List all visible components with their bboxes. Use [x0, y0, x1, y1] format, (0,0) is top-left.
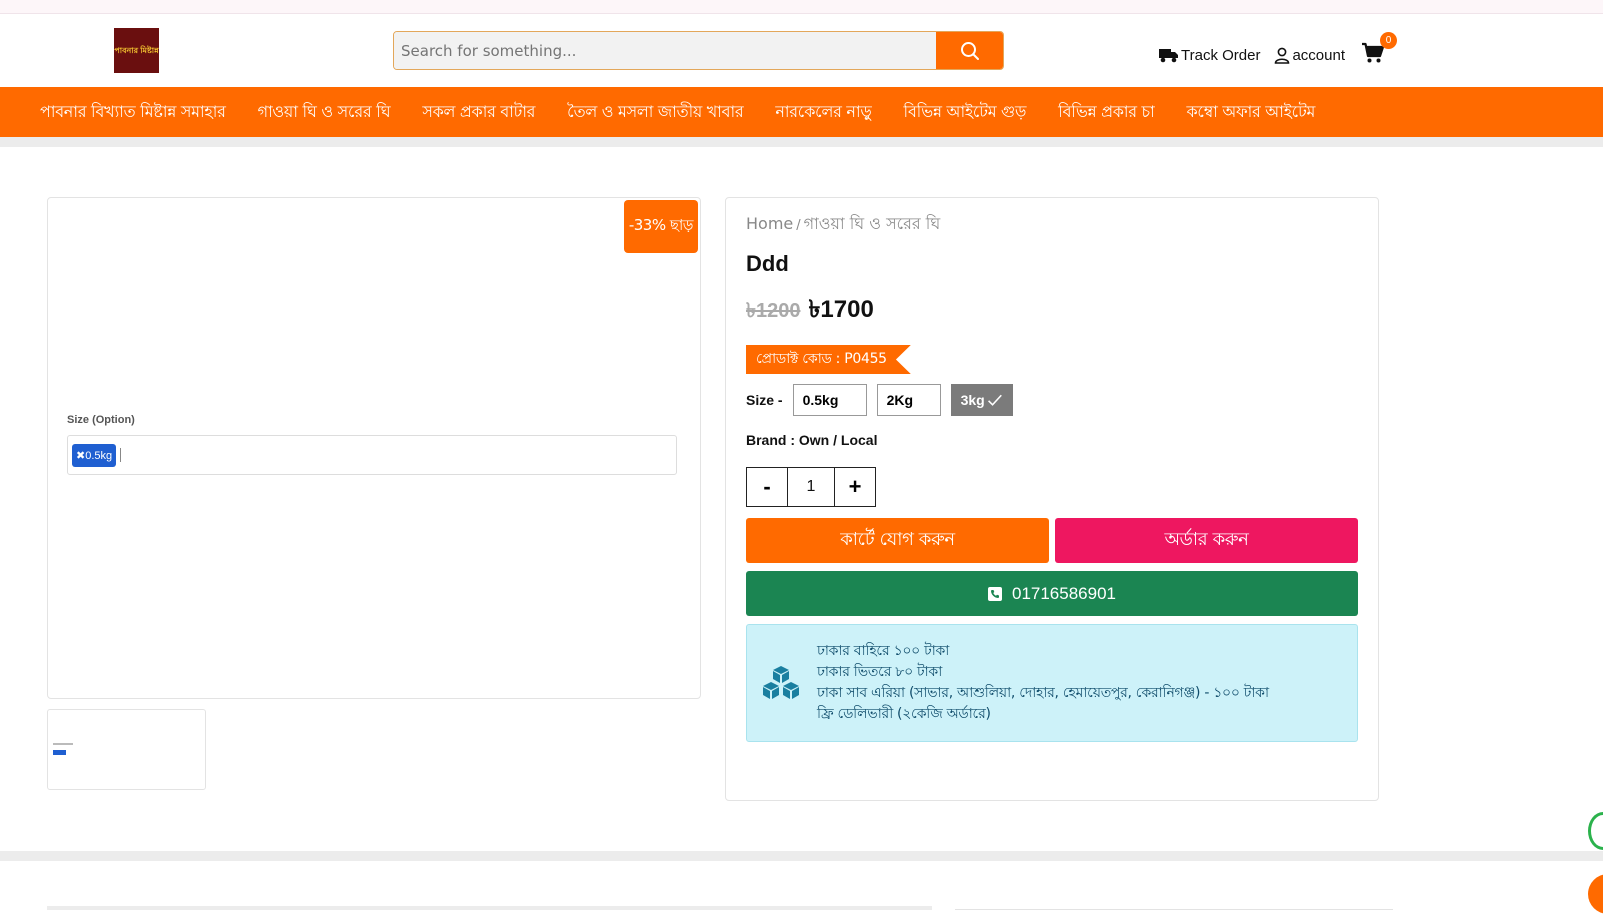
size-selector: Size - 0.5kg 2Kg 3kg: [746, 384, 1358, 416]
nav-item-oil-spice[interactable]: তৈল ও মসলা জাতীয় খাবার: [567, 99, 744, 126]
thumbnail-line: [53, 743, 73, 745]
size-option-3kg-selected[interactable]: 3kg: [950, 384, 1013, 416]
category-nav: পাবনার বিখ্যাত মিষ্টান্ন সমাহার গাওয়া ঘ…: [0, 87, 1603, 137]
image-size-field: ✖0.5kg: [67, 435, 677, 475]
current-price: ৳1700: [808, 296, 874, 323]
size-label: Size -: [746, 392, 783, 408]
image-size-label: Size (Option): [67, 414, 135, 426]
bottom-divider: [0, 851, 1603, 861]
nav-item-gur[interactable]: বিভিন্ন আইটেম গুড়: [903, 99, 1026, 126]
phone-number: 01716586901: [1011, 583, 1116, 603]
old-price: ৳1200: [746, 300, 801, 322]
size-option-2kg[interactable]: 2Kg: [876, 384, 941, 416]
product-title: Ddd: [746, 251, 789, 276]
product-info-panel: Home / গাওয়া ঘি ও সরের ঘি Ddd ৳1200 ৳1700…: [725, 197, 1379, 801]
search-bar: [393, 31, 1004, 70]
call-button[interactable]: 01716586901: [746, 571, 1358, 616]
track-order-link[interactable]: Track Order: [1159, 47, 1260, 64]
delivery-inside-dhaka: ঢাকার ভিতরে ৮০ টাকা: [817, 664, 942, 680]
header-links: Track Order account 0: [1159, 32, 1397, 68]
nav-item-ghee[interactable]: গাওয়া ঘি ও সরের ঘি: [258, 99, 391, 126]
quantity-increase-button[interactable]: +: [835, 468, 875, 506]
quantity-decrease-button[interactable]: -: [747, 468, 787, 506]
search-button[interactable]: [936, 32, 1003, 69]
bottom-right-edge: [955, 909, 1393, 910]
bottom-left-edge: [47, 906, 932, 910]
delivery-info-box: ঢাকার বাহিরে ১০০ টাকা ঢাকার ভিতরে ৮০ টাক…: [746, 624, 1358, 742]
cart-count-badge: 0: [1380, 32, 1397, 49]
product-thumbnail[interactable]: [47, 709, 206, 790]
section-divider: [0, 137, 1603, 147]
logo-text: পাবনার মিষ্টান্ন: [114, 46, 159, 55]
delivery-lines: ঢাকার বাহিরে ১০০ টাকা ঢাকার ভিতরে ৮০ টাক…: [817, 641, 1269, 725]
action-buttons: কার্টে যোগ করুন অর্ডার করুন: [746, 518, 1358, 563]
delivery-sub-area: ঢাকা সাব এরিয়া (সাভার, আশুলিয়া, দোহার,…: [817, 685, 1269, 701]
product-image-content: Size (Option) ✖0.5kg: [67, 414, 677, 475]
user-icon: [1275, 47, 1290, 64]
phone-icon: [987, 586, 1002, 601]
thumbnail-chip: [53, 750, 66, 755]
quantity-value[interactable]: 1: [787, 468, 835, 506]
breadcrumb-separator: /: [796, 218, 801, 233]
add-to-cart-button[interactable]: কার্টে যোগ করুন: [746, 518, 1049, 563]
image-size-chip: ✖0.5kg: [72, 443, 117, 467]
search-input[interactable]: [394, 32, 936, 69]
truck-icon: [1159, 49, 1178, 63]
scroll-top-button[interactable]: [1588, 874, 1603, 914]
size-option-0-5kg[interactable]: 0.5kg: [792, 384, 867, 416]
cart-button[interactable]: 0: [1361, 32, 1397, 68]
top-strip: [0, 0, 1603, 14]
quantity-stepper: - 1 +: [746, 467, 876, 507]
search-icon: [960, 41, 979, 60]
track-order-label: Track Order: [1181, 46, 1261, 64]
image-text-caret: [120, 448, 122, 462]
price-row: ৳1200 ৳1700: [746, 291, 1358, 331]
nav-item-tea[interactable]: বিভিন্ন প্রকার চা: [1058, 99, 1155, 126]
account-link[interactable]: account: [1274, 47, 1345, 64]
checkmark-icon: [987, 394, 1002, 406]
nav-item-combo[interactable]: কম্বো অফার আইটেম: [1187, 99, 1316, 126]
nav-item-butter[interactable]: সকল প্রকার বাটার: [422, 99, 535, 126]
delivery-free: ফ্রি ডেলিভারী (২কেজি অর্ডারে): [817, 706, 991, 722]
site-logo[interactable]: পাবনার মিষ্টান্ন: [114, 28, 159, 73]
order-now-button[interactable]: অর্ডার করুন: [1055, 518, 1358, 563]
whatsapp-icon[interactable]: [1588, 812, 1603, 850]
nav-item-mishti[interactable]: পাবনার বিখ্যাত মিষ্টান্ন সমাহার: [40, 99, 226, 126]
boxes-icon: [763, 666, 799, 699]
size-option-3kg-label: 3kg: [960, 392, 985, 408]
discount-badge: -33% ছাড়: [623, 200, 698, 253]
breadcrumb: Home / গাওয়া ঘি ও সরের ঘি: [746, 211, 1358, 238]
brand-info: Brand : Own / Local: [746, 432, 878, 448]
breadcrumb-home[interactable]: Home: [746, 214, 793, 233]
site-header: পাবনার মিষ্টান্ন Track Order acc: [0, 14, 1603, 87]
account-label: account: [1292, 46, 1345, 64]
breadcrumb-category[interactable]: গাওয়া ঘি ও সরের ঘি: [804, 214, 941, 233]
product-image-panel[interactable]: -33% ছাড় Size (Option) ✖0.5kg: [47, 197, 701, 699]
delivery-outside-dhaka: ঢাকার বাহিরে ১০০ টাকা: [817, 643, 950, 659]
nav-item-narkel-naru[interactable]: নারকেলের নাড়ু: [775, 99, 871, 126]
product-code-tag: প্রোডাক্ট কোড : P0455: [746, 345, 911, 374]
